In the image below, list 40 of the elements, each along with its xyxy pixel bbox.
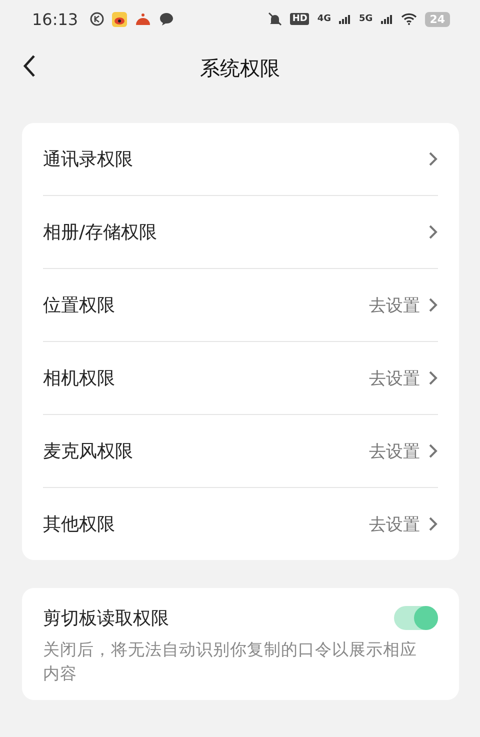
chevron-right-icon [428, 516, 438, 532]
permission-label: 相机权限 [43, 367, 116, 390]
chevron-right-icon [428, 443, 438, 459]
wifi-icon [400, 13, 417, 25]
permission-row[interactable]: 相机权限 去设置 [43, 341, 438, 414]
message-icon [159, 12, 174, 26]
network-label: 4G [317, 14, 332, 24]
hd-indicator: HD [290, 13, 310, 25]
permission-label: 通讯录权限 [43, 148, 134, 171]
setup-link: 去设置 [369, 294, 420, 316]
chevron-right-icon [428, 297, 438, 313]
signal-icon [339, 14, 352, 24]
back-icon [22, 54, 36, 78]
battery-level: 24 [424, 12, 450, 26]
toggle-switch[interactable] [394, 606, 438, 630]
clipboard-description: 关闭后，将无法自动识别你复制的口令以展示相应内容 [43, 639, 418, 685]
permission-label: 位置权限 [43, 294, 116, 317]
app-eye-icon [112, 12, 128, 26]
status-time: 16:13 [32, 10, 78, 28]
network-label: 5G [359, 14, 373, 24]
setup-link: 去设置 [369, 368, 420, 390]
permission-row[interactable]: 麦克风权限 去设置 [43, 414, 438, 487]
permission-label: 相册/存储权限 [43, 221, 158, 244]
page-title: 系统权限 [200, 54, 280, 82]
permission-row[interactable]: 位置权限 去设置 [43, 268, 438, 341]
clipboard-title: 剪切板读取权限 [43, 607, 170, 630]
chevron-right-icon [428, 370, 438, 386]
chevron-right-icon [428, 151, 438, 167]
signal-icon [380, 14, 393, 24]
setup-link: 去设置 [369, 514, 420, 536]
k-circle-icon [90, 12, 104, 26]
bell-muted-icon [268, 12, 282, 26]
permission-label: 麦克风权限 [43, 440, 134, 463]
permission-label: 其他权限 [43, 513, 116, 536]
permission-row[interactable]: 通讯录权限 [43, 123, 438, 195]
chevron-right-icon [428, 224, 438, 240]
app-mushroom-icon [135, 12, 152, 26]
permission-row[interactable]: 相册/存储权限 [43, 195, 438, 268]
permission-row[interactable]: 其他权限 去设置 [43, 487, 438, 560]
setup-link: 去设置 [369, 440, 420, 462]
